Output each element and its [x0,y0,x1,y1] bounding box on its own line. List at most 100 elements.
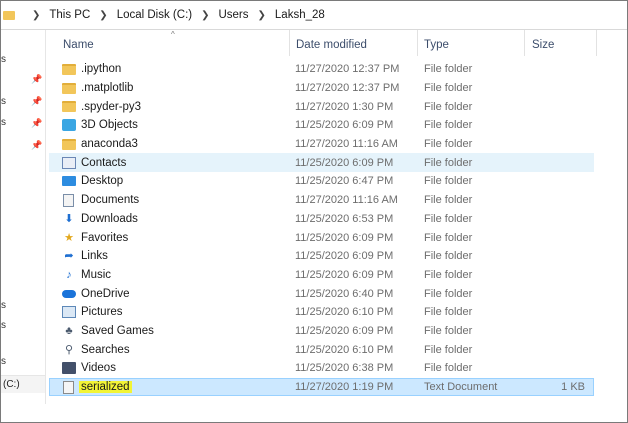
file-type: File folder [424,343,473,356]
file-row[interactable]: OneDrive 11/25/2020 6:40 PM File folder [49,284,594,303]
file-name: OneDrive [81,287,130,300]
nav-item-fragment[interactable]: s [1,96,6,107]
nav-item-local-disk[interactable]: (C:) [1,375,45,393]
file-row[interactable]: Contacts 11/25/2020 6:09 PM File folder [49,153,594,173]
file-row-selected[interactable]: serialized 11/27/2020 1:19 PM Text Docum… [49,377,594,397]
file-type: File folder [424,175,473,188]
breadcrumb-users[interactable]: Users [218,9,248,21]
column-label: Name [63,39,94,51]
contacts-icon [62,156,76,169]
nav-item-fragment[interactable]: s [1,300,6,311]
file-type: File folder [424,194,473,207]
file-type: Text Document [424,381,498,394]
column-label: Size [532,39,555,51]
file-date: 11/27/2020 12:37 PM [295,63,400,76]
file-row[interactable]: .matplotlib 11/27/2020 12:37 PM File fol… [49,79,594,98]
column-header-size[interactable]: Size [525,30,597,58]
nav-item-fragment[interactable]: s [1,320,6,331]
file-name: Desktop [81,175,124,188]
file-row[interactable]: Videos 11/25/2020 6:38 PM File folder [49,359,594,378]
file-row[interactable]: ♣ Saved Games 11/25/2020 6:09 PM File fol… [49,322,594,341]
chevron-right-icon[interactable]: ❯ [99,10,107,21]
music-note-icon: ♪ [66,268,72,281]
file-type: File folder [424,63,473,76]
file-row[interactable]: ⬇ Downloads 11/25/2020 6:53 PM File folde… [49,210,594,229]
file-name: anaconda3 [81,138,138,151]
file-date: 11/27/2020 1:30 PM [295,100,394,113]
file-date: 11/25/2020 6:53 PM [295,212,394,225]
column-header-name[interactable]: ^ Name [49,30,290,58]
folder-icon [62,101,76,113]
file-type: File folder [424,138,473,151]
link-arrow-icon: ➦ [64,250,74,263]
column-divider[interactable] [596,30,597,56]
file-name: Searches [81,343,130,356]
file-row[interactable]: 3D Objects 11/25/2020 6:09 PM File folde… [49,116,594,135]
file-row[interactable]: .ipython 11/27/2020 12:37 PM File folder [49,60,594,79]
file-name: .matplotlib [81,82,134,95]
file-row[interactable]: ★ Favorites 11/25/2020 6:09 PM File folde… [49,228,594,247]
chevron-right-icon[interactable]: ❯ [258,10,266,21]
nav-item-fragment[interactable]: s [1,117,6,128]
text-file-icon [63,380,74,394]
file-type: File folder [424,250,473,263]
file-date: 11/25/2020 6:09 PM [295,268,394,281]
file-name: Contacts [81,156,127,169]
column-header-date[interactable]: Date modified [290,30,418,58]
file-row[interactable]: ➦ Links 11/25/2020 6:09 PM File folder [49,247,594,266]
file-date: 11/25/2020 6:10 PM [295,306,394,319]
file-row[interactable]: Pictures 11/25/2020 6:10 PM File folder [49,303,594,322]
file-row[interactable]: .spyder-py3 11/27/2020 1:30 PM File fold… [49,97,594,116]
file-date: 11/25/2020 6:38 PM [295,362,394,375]
file-type: File folder [424,287,473,300]
column-label: Type [424,39,449,51]
column-label: Date modified [296,39,367,51]
file-name: serialized [79,381,132,394]
file-date: 11/27/2020 11:16 AM [295,138,398,151]
folder-icon [62,63,76,75]
file-type: File folder [424,362,473,375]
file-name: Pictures [81,306,123,319]
file-date: 11/27/2020 1:19 PM [295,381,394,394]
nav-item-fragment[interactable]: s [1,356,6,367]
pin-icon[interactable]: 📌 [31,74,42,84]
file-date: 11/27/2020 12:37 PM [295,82,400,95]
file-row[interactable]: ⚲ Searches 11/25/2020 6:10 PM File folder [49,340,594,359]
chevron-right-icon[interactable]: ❯ [32,10,40,21]
file-type: File folder [424,306,473,319]
file-name: Documents [81,194,140,207]
navigation-pane: s s s 📌 📌 📌 📌 s s s [1,30,46,404]
pictures-icon [62,306,76,319]
breadcrumb-local-disk[interactable]: Local Disk (C:) [117,9,192,21]
address-bar[interactable]: ❯ This PC ❯ Local Disk (C:) ❯ Users ❯ La… [1,1,627,30]
file-date: 11/25/2020 6:09 PM [295,119,394,132]
file-row[interactable]: Documents 11/27/2020 11:16 AM File folde… [49,191,594,210]
file-type: File folder [424,156,473,169]
file-size: 1 KB [561,381,585,394]
download-arrow-icon: ⬇ [64,212,74,225]
desktop-icon [62,176,76,187]
file-type: File folder [424,82,473,95]
file-name: Downloads [81,212,138,225]
breadcrumb-user-folder[interactable]: Laksh_28 [275,9,325,21]
file-row[interactable]: Desktop 11/25/2020 6:47 PM File folder [49,172,594,191]
pin-icon[interactable]: 📌 [31,96,42,106]
file-name: .ipython [81,63,122,76]
file-row[interactable]: ♪ Music 11/25/2020 6:09 PM File folder [49,266,594,285]
pin-icon[interactable]: 📌 [31,118,42,128]
file-date: 11/25/2020 6:40 PM [295,287,394,300]
file-name: 3D Objects [81,119,138,132]
breadcrumb-this-pc[interactable]: This PC [49,9,90,21]
file-row[interactable]: anaconda3 11/27/2020 11:16 AM File folde… [49,135,594,154]
folder-icon [3,10,15,20]
chevron-right-icon[interactable]: ❯ [201,10,209,21]
nav-item-fragment[interactable]: s [1,54,6,65]
file-name: Videos [81,362,116,375]
film-icon [62,362,76,375]
file-name: Links [81,250,108,263]
file-list: .ipython 11/27/2020 12:37 PM File folder… [49,60,594,397]
column-header-row: ^ Name Date modified Type Size [49,30,601,58]
column-header-type[interactable]: Type [418,30,525,58]
pin-icon[interactable]: 📌 [31,140,42,150]
file-type: File folder [424,119,473,132]
